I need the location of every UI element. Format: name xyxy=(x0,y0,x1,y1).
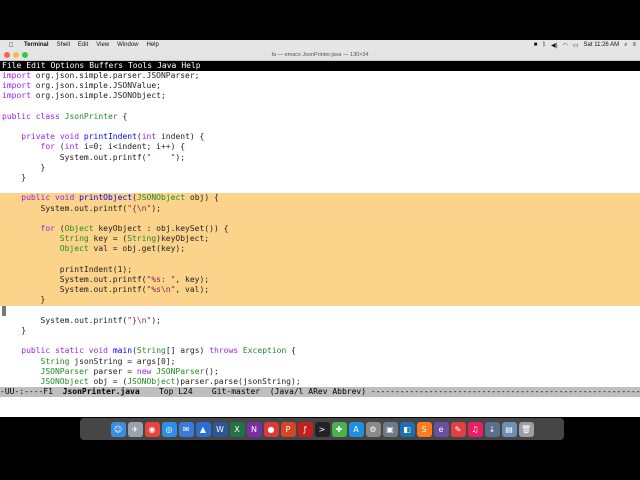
excel-icon[interactable]: X xyxy=(229,421,245,437)
menu-view[interactable]: View xyxy=(96,42,109,48)
vmware-icon[interactable]: ▣ xyxy=(382,421,398,437)
finder-icon[interactable]: ☺ xyxy=(110,421,126,437)
word-icon[interactable]: W xyxy=(212,421,228,437)
emacs-menu-tools[interactable]: Tools xyxy=(128,61,152,71)
apple-icon[interactable]:  xyxy=(6,42,16,49)
search-icon[interactable]: ⌕ xyxy=(624,42,627,49)
wifi-icon[interactable]: ◠ xyxy=(563,42,568,49)
emacs-menu-options[interactable]: Options xyxy=(51,61,85,71)
code-line[interactable] xyxy=(0,213,640,224)
record-icon[interactable]: ● xyxy=(263,421,279,437)
code-line[interactable]: for (int i=0; i<indent; i++) { xyxy=(0,142,640,152)
clock[interactable]: Sat 11:26 AM xyxy=(584,42,620,48)
code-line[interactable]: } xyxy=(0,173,640,183)
code-line[interactable] xyxy=(0,183,640,193)
emacs-menu-edit[interactable]: Edit xyxy=(26,61,45,71)
code-line[interactable]: printIndent(1); xyxy=(0,264,640,275)
itunes-icon[interactable]: ♫ xyxy=(467,421,483,437)
emacs-menu-java[interactable]: Java xyxy=(157,61,176,71)
code-line[interactable] xyxy=(0,306,640,316)
text-cursor xyxy=(2,305,6,316)
safari-icon[interactable]: ◎ xyxy=(161,421,177,437)
system-preferences-icon[interactable]: ⚙ xyxy=(365,421,381,437)
code-line[interactable]: String key = (String)keyObject; xyxy=(0,234,640,245)
code-line[interactable] xyxy=(0,336,640,346)
close-button[interactable] xyxy=(4,52,10,58)
code-line[interactable]: import org.json.simple.JSONObject; xyxy=(0,91,640,101)
menu-help[interactable]: Help xyxy=(147,42,159,48)
window-titlebar: fa — emacs JsonPrinter.java — 130×34 xyxy=(0,50,640,61)
emacs-menu-file[interactable]: File xyxy=(2,61,21,71)
mode-line: -UU-:----F1 JsonPrinter.java Top L24 Git… xyxy=(0,387,640,397)
code-line[interactable]: for (Object keyObject : obj.keySet()) { xyxy=(0,224,640,235)
code-line[interactable]: System.out.printf(" "); xyxy=(0,153,640,163)
powerpoint-icon[interactable]: P xyxy=(280,421,296,437)
terminal-icon[interactable]: > xyxy=(314,421,330,437)
emacs-menubar: File Edit Options Buffers Tools Java Help xyxy=(0,61,640,71)
emacs-icon[interactable]: e xyxy=(433,421,449,437)
minimize-button[interactable] xyxy=(13,52,19,58)
code-line[interactable]: } xyxy=(0,295,640,306)
notification-center-icon[interactable]: ≡ xyxy=(632,42,636,48)
camera-icon[interactable]: ■ xyxy=(534,42,538,48)
code-line[interactable] xyxy=(0,102,640,112)
battery-icon[interactable]: ▭ xyxy=(573,42,579,49)
code-line[interactable]: import org.json.simple.parser.JSONParser… xyxy=(0,71,640,81)
code-line[interactable]: JSONParser parser = new JSONParser(); xyxy=(0,367,640,377)
code-line[interactable]: System.out.printf("%s: ", key); xyxy=(0,275,640,286)
code-line[interactable]: System.out.printf("{\n"); xyxy=(0,203,640,214)
mode-line-rest: Top L24 Git-master (Java/l ARev Abbrev) … xyxy=(158,387,640,396)
trash-icon[interactable]: 🗑 xyxy=(518,421,534,437)
code-line[interactable]: System.out.printf("%s\n", val); xyxy=(0,285,640,296)
code-line[interactable] xyxy=(0,122,640,132)
maps-icon[interactable]: ✚ xyxy=(331,421,347,437)
system-menubar:  Terminal Shell Edit View Window Help ■ ᛒ ◀)… xyxy=(0,40,640,50)
menu-terminal[interactable]: Terminal xyxy=(24,42,49,48)
code-line[interactable]: public static void main(String[] args) t… xyxy=(0,346,640,356)
code-line[interactable]: JSONObject obj = (JSONObject)parser.pars… xyxy=(0,377,640,387)
code-line[interactable]: public void printObject(JSONObject obj) … xyxy=(0,193,640,204)
code-line[interactable]: public class JsonPrinter { xyxy=(0,112,640,122)
pencil-icon[interactable]: ✎ xyxy=(450,421,466,437)
code-line[interactable]: import org.json.simple.JSONValue; xyxy=(0,81,640,91)
chrome-icon[interactable]: ◉ xyxy=(144,421,160,437)
launchpad-icon[interactable]: ✈ xyxy=(127,421,143,437)
code-line[interactable]: private void printIndent(int indent) { xyxy=(0,132,640,142)
keynote-icon[interactable]: ▲ xyxy=(195,421,211,437)
mail-icon[interactable]: ✉ xyxy=(178,421,194,437)
code-line[interactable]: System.out.printf("}\n"); xyxy=(0,316,640,326)
echo-area[interactable] xyxy=(0,397,640,417)
app-store-icon[interactable]: A xyxy=(348,421,364,437)
mode-line-prefix: -UU-:----F1 xyxy=(0,387,63,396)
code-line[interactable]: Object val = obj.get(key); xyxy=(0,244,640,255)
downloads-icon[interactable]: ↓ xyxy=(484,421,500,437)
documents-icon[interactable]: ▤ xyxy=(501,421,517,437)
window-title: fa — emacs JsonPrinter.java — 130×34 xyxy=(271,52,369,58)
mode-line-buffer-name: JsonPrinter.java xyxy=(62,387,140,396)
zoom-button[interactable] xyxy=(22,52,28,58)
code-line[interactable]: } xyxy=(0,163,640,173)
emacs-menu-help[interactable]: Help xyxy=(181,61,200,71)
editor-buffer[interactable]: import org.json.simple.parser.JSONParser… xyxy=(0,71,640,387)
volume-icon[interactable]: ◀) xyxy=(551,42,558,49)
menu-shell[interactable]: Shell xyxy=(57,42,70,48)
bluetooth-icon[interactable]: ᛒ xyxy=(542,42,546,48)
virtualbox-icon[interactable]: ◧ xyxy=(399,421,415,437)
status-area: ■ ᛒ ◀) ◠ ▭ Sat 11:26 AM ⌕ ≡ xyxy=(534,40,636,50)
flash-icon[interactable]: ƒ xyxy=(297,421,313,437)
dock: ☺ ✈ ◉ ◎ ✉ ▲ W X N ● Pƒ > ✚ A ⚙ ▣ ◧ Se ✎ ♫ ↓ ▤ 🗑 xyxy=(80,418,564,440)
code-line[interactable]: } xyxy=(0,326,640,336)
onenote-icon[interactable]: N xyxy=(246,421,262,437)
sublime-icon[interactable]: S xyxy=(416,421,432,437)
code-line[interactable]: String jsonString = args[0]; xyxy=(0,357,640,367)
menu-window[interactable]: Window xyxy=(117,42,138,48)
menu-edit[interactable]: Edit xyxy=(78,42,88,48)
emacs-menu-buffers[interactable]: Buffers xyxy=(89,61,123,71)
code-line[interactable] xyxy=(0,254,640,265)
